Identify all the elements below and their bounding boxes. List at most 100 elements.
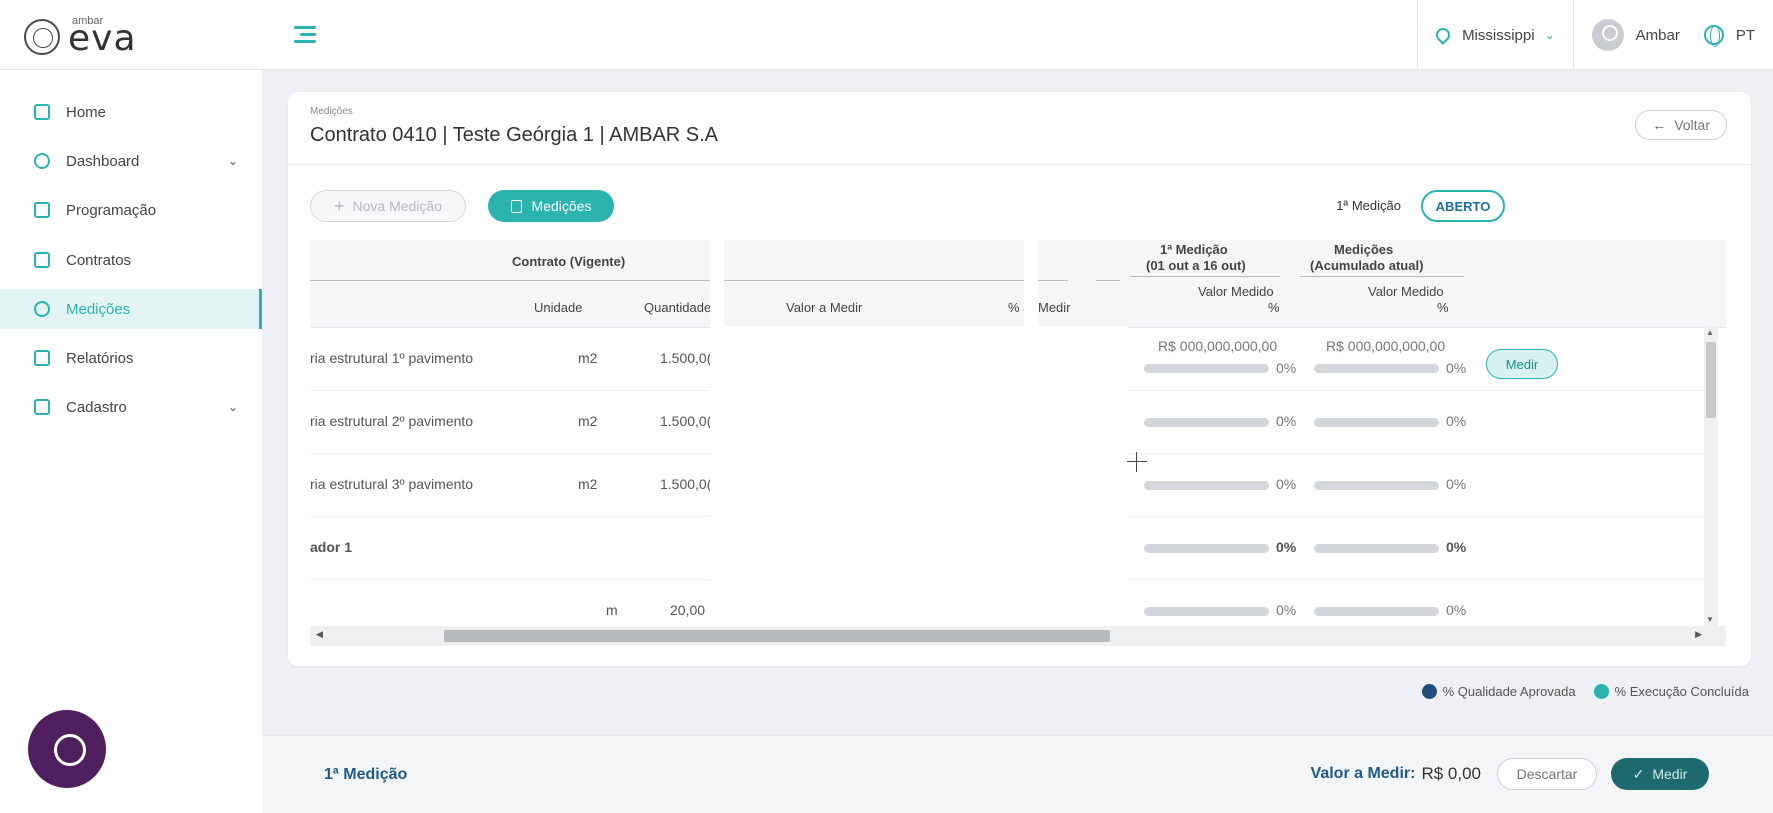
scroll-up-icon[interactable]: ▲ (1706, 328, 1714, 337)
header-valor-a-medir: Valor a Medir (786, 300, 863, 315)
row-pct-accumulated: 0% (1446, 413, 1467, 429)
new-measurement-label: Nova Medição (352, 198, 443, 214)
sidebar-item-label: Medições (66, 300, 131, 318)
sidebar-item-dashboard[interactable]: Dashboard ⌄ (0, 141, 262, 181)
medir-row-button[interactable]: Medir (1486, 349, 1558, 379)
sidebar-item-contratos[interactable]: Contratos (0, 240, 262, 280)
sidebar-item-label: Programação (66, 201, 157, 219)
value-to-measure: R$ 0,00 (1421, 764, 1481, 783)
sidebar-item-label: Contratos (66, 251, 132, 269)
new-measurement-button[interactable]: + Nova Medição (310, 190, 466, 222)
chevron-down-icon: ⌄ (227, 400, 238, 414)
chevron-down-icon: ⌄ (227, 154, 238, 168)
home-icon (34, 104, 50, 120)
report-icon (34, 350, 50, 366)
group-underline (1096, 280, 1120, 281)
horizontal-scrollbar[interactable]: ◀ ▶ (310, 626, 1726, 646)
logo-sphere-icon (24, 18, 60, 55)
group-underline (724, 280, 1024, 281)
progress-bar (1314, 481, 1439, 490)
footer-title: 1ª Medição (324, 766, 408, 783)
globe-icon[interactable] (1703, 25, 1724, 47)
row-unit: m2 (578, 350, 598, 366)
row-pct-accumulated: 0% (1446, 602, 1467, 618)
sidebar-item-programacao[interactable]: Programação (0, 190, 262, 230)
row-pct-accumulated: 0% (1446, 476, 1467, 492)
chat-support-button[interactable] (28, 710, 106, 788)
language-label[interactable]: PT (1736, 27, 1755, 44)
legend: % Qualidade Aprovada % Execução Concluíd… (1404, 684, 1749, 699)
scrollbar-thumb[interactable] (444, 630, 1110, 642)
sidebar-item-home[interactable]: Home (0, 92, 262, 132)
sidebar-item-label: Dashboard (66, 152, 140, 170)
calendar-icon (34, 202, 50, 218)
sidebar-item-relatorios[interactable]: Relatórios (0, 338, 262, 378)
header-pct-acumulado: % (1437, 300, 1449, 315)
location-label: Mississippi (1462, 26, 1535, 44)
measurement-label: 1ª Medição (1336, 198, 1401, 213)
legend-item-quality: % Qualidade Aprovada (1421, 684, 1576, 699)
progress-bar (1144, 364, 1269, 373)
legend-dot-navy (1421, 684, 1437, 699)
user-name: Ambar (1635, 26, 1680, 44)
contract-icon (34, 252, 50, 268)
column-gap (1024, 240, 1038, 602)
header-medir: Medir (1038, 300, 1071, 315)
sidebar-item-label: Cadastro (66, 398, 127, 416)
row-quantity: 1.500,0( (660, 413, 712, 429)
progress-bar (1314, 544, 1439, 553)
discard-button[interactable]: Descartar (1497, 758, 1597, 790)
row-description: ria estrutural 3º pavimento (310, 476, 474, 492)
progress-bar (1314, 418, 1439, 427)
sidebar-item-medicoes[interactable]: Medições (0, 289, 262, 329)
header-quantidade: Quantidade (644, 300, 712, 315)
row-pct-accumulated: 0% (1446, 360, 1467, 376)
vertical-scrollbar[interactable]: ▲ ▼ (1704, 326, 1718, 626)
header-contrato-vigente: Contrato (Vigente) (512, 254, 626, 269)
row-unit: m (606, 602, 618, 618)
location-selector[interactable]: Mississippi ⌄ (1417, 0, 1573, 70)
progress-bar (1314, 364, 1439, 373)
back-button[interactable]: ← Voltar (1635, 110, 1727, 140)
scroll-down-icon[interactable]: ▼ (1706, 615, 1714, 624)
group-underline (310, 280, 710, 281)
crosshair-cursor-icon (1127, 452, 1147, 472)
scroll-right-icon[interactable]: ▶ (1695, 629, 1702, 640)
location-pin-icon (1433, 25, 1453, 45)
row-quantity: 20,00 (670, 602, 706, 618)
dashboard-icon (34, 153, 50, 169)
header-valor-medido: Valor Medido (1198, 284, 1274, 299)
money-icon (34, 301, 50, 317)
scrollbar-thumb[interactable] (1706, 342, 1716, 418)
blank-column-panel (1038, 326, 1128, 602)
eva-logo[interactable]: ambar eva (24, 16, 137, 57)
menu-toggle-icon[interactable] (290, 20, 320, 50)
sidebar-item-cadastro[interactable]: Cadastro ⌄ (0, 387, 262, 427)
divider (288, 164, 1751, 165)
header-1a-medicao: 1ª Medição (1160, 242, 1228, 257)
contract-card: Medições Contrato 0410 | Teste Geórgia 1… (288, 92, 1751, 666)
header-medicoes: Medições (1334, 242, 1394, 257)
sidebar-item-label: Home (66, 103, 107, 121)
row-unit: m2 (578, 476, 598, 492)
user-menu[interactable]: Ambar PT (1572, 0, 1773, 70)
submit-medir-button[interactable]: ✓ Medir (1611, 758, 1709, 790)
scroll-left-icon[interactable]: ◀ (316, 629, 323, 640)
legend-item-execution: % Execução Concluída (1593, 684, 1749, 699)
page-title: Contrato 0410 | Teste Geórgia 1 | AMBAR … (310, 124, 719, 146)
chevron-down-icon: ⌄ (1544, 28, 1555, 42)
progress-bar (1144, 481, 1269, 490)
row-pct-accumulated: 0% (1446, 539, 1467, 555)
header-medicoes-accumulated: (Acumulado atual) (1310, 258, 1424, 273)
row-quantity: 1.500,0( (660, 476, 712, 492)
row-quantity: 1.500,0( (660, 350, 712, 366)
row-pct: 0% (1276, 602, 1297, 618)
sidebar-item-label: Relatórios (66, 349, 134, 367)
row-description: ria estrutural 1º pavimento (310, 350, 474, 366)
measurements-button[interactable]: Medições (488, 190, 614, 222)
legend-dot-teal (1593, 684, 1609, 699)
row-measured-value: R$ 000,000,000,00 (1158, 338, 1278, 354)
back-button-label: Voltar (1674, 117, 1710, 133)
row-group-description: ador 1 (310, 539, 353, 555)
breadcrumb[interactable]: Medições (310, 106, 353, 117)
